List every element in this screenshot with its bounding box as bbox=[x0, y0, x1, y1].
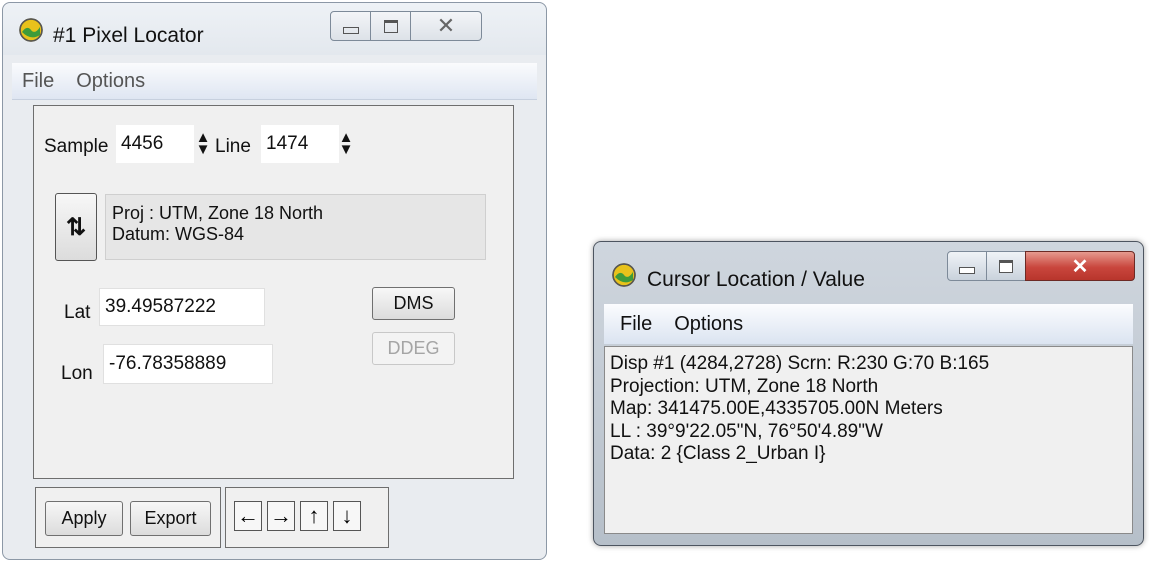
maximize-button[interactable] bbox=[986, 251, 1026, 281]
move-buttons-group: ← → ↑ ↓ bbox=[225, 487, 389, 548]
move-right-button[interactable]: → bbox=[267, 501, 295, 531]
apply-button[interactable]: Apply bbox=[45, 501, 123, 536]
minimize-button[interactable] bbox=[330, 11, 371, 41]
minimize-button[interactable] bbox=[947, 251, 987, 281]
window-title: #1 Pixel Locator bbox=[53, 24, 204, 47]
cursor-info-text: Disp #1 (4284,2728) Scrn: R:230 G:70 B:1… bbox=[604, 346, 1133, 534]
lon-label: Lon bbox=[61, 363, 93, 384]
lat-input[interactable] bbox=[99, 288, 265, 326]
arrow-up-icon: ↑ bbox=[308, 503, 320, 528]
menu-file[interactable]: File bbox=[22, 70, 54, 93]
move-left-button[interactable]: ← bbox=[234, 501, 262, 531]
sample-label: Sample bbox=[44, 136, 109, 157]
projection-line: Proj : UTM, Zone 18 North bbox=[112, 203, 324, 223]
spin-down-icon: ▼ bbox=[338, 141, 354, 158]
window-title: Cursor Location / Value bbox=[647, 268, 865, 291]
move-up-button[interactable]: ↑ bbox=[300, 501, 328, 531]
cursor-window-menubar: File Options bbox=[604, 304, 1133, 344]
close-icon: ✕ bbox=[436, 13, 456, 38]
ddeg-button[interactable]: DDEG bbox=[372, 332, 455, 365]
sample-spinner[interactable]: ▲ ▼ bbox=[193, 127, 213, 161]
menu-options[interactable]: Options bbox=[674, 313, 743, 336]
swap-arrows-icon: ⇅ bbox=[65, 213, 87, 241]
export-button[interactable]: Export bbox=[130, 501, 211, 536]
spin-down-icon: ▼ bbox=[195, 141, 211, 158]
arrow-left-icon: ← bbox=[237, 503, 259, 528]
line-input[interactable] bbox=[261, 125, 339, 163]
display-value-line: Disp #1 (4284,2728) Scrn: R:230 G:70 B:1… bbox=[610, 353, 990, 374]
line-spinner[interactable]: ▲ ▼ bbox=[336, 127, 356, 161]
sample-input[interactable] bbox=[116, 125, 194, 163]
map-coordinates-line: Map: 341475.00E,4335705.00N Meters bbox=[610, 398, 943, 419]
close-button[interactable]: ✕ bbox=[410, 11, 482, 41]
data-class-line: Data: 2 {Class 2_Urban I} bbox=[610, 443, 826, 464]
cursor-location-window: Cursor Location / Value ✕ File Options D… bbox=[593, 241, 1144, 546]
arrow-down-icon: ↓ bbox=[341, 503, 353, 528]
projection-info: Proj : UTM, Zone 18 North Datum: WGS-84 bbox=[105, 194, 486, 260]
lat-label: Lat bbox=[64, 302, 91, 323]
projection-line: Projection: UTM, Zone 18 North bbox=[610, 375, 879, 397]
maximize-button[interactable] bbox=[370, 11, 411, 41]
lon-input[interactable] bbox=[103, 344, 273, 384]
menu-options[interactable]: Options bbox=[76, 70, 145, 93]
maximize-icon bbox=[383, 19, 398, 33]
cursor-window-titlebar[interactable]: Cursor Location / Value ✕ bbox=[594, 242, 1143, 294]
arrow-right-icon: → bbox=[270, 503, 292, 528]
lat-long-line: LL : 39°9'22.05"N, 76°50'4.89"W bbox=[610, 420, 883, 442]
app-globe-icon bbox=[612, 263, 636, 287]
maximize-icon bbox=[999, 259, 1013, 273]
line-label: Line bbox=[215, 136, 251, 157]
pixel-locator-titlebar[interactable]: #1 Pixel Locator ✕ bbox=[3, 3, 546, 55]
datum-line: Datum: WGS-84 bbox=[112, 224, 245, 244]
swap-projection-button[interactable]: ⇅ bbox=[55, 193, 97, 261]
app-globe-icon bbox=[19, 18, 43, 42]
move-down-button[interactable]: ↓ bbox=[333, 501, 361, 531]
pixel-locator-window: #1 Pixel Locator ✕ File Options Sample ▲… bbox=[2, 2, 547, 560]
dms-button[interactable]: DMS bbox=[372, 287, 455, 320]
pixel-locator-menubar: File Options bbox=[12, 63, 537, 100]
close-icon: ✕ bbox=[1071, 255, 1089, 278]
minimize-icon bbox=[342, 26, 359, 34]
menu-file[interactable]: File bbox=[620, 313, 652, 336]
minimize-icon bbox=[959, 266, 975, 274]
close-button[interactable]: ✕ bbox=[1025, 251, 1135, 281]
